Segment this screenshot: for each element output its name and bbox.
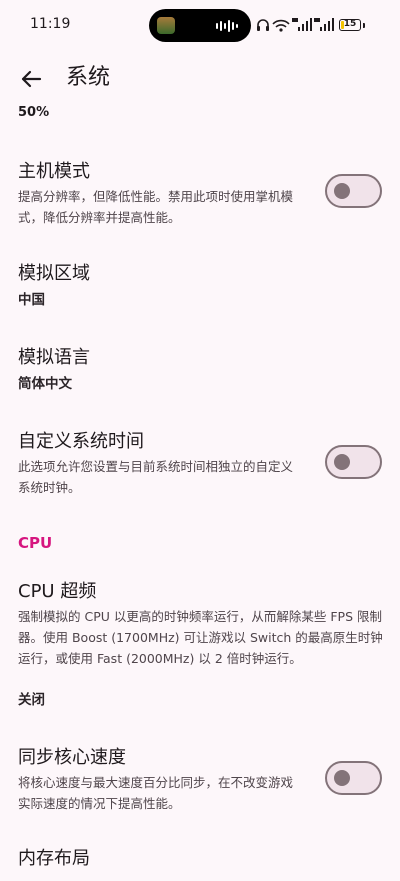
setting-memory-layout[interactable]: 内存布局 (0, 841, 400, 881)
app-bar: 系统 (0, 52, 400, 104)
setting-sync-core-speed[interactable]: 同步核心速度 将核心速度与最大速度百分比同步，在不改变游戏实际速度的情况下提高性… (0, 740, 400, 820)
headphones-icon (257, 19, 269, 31)
setting-value: 中国 (18, 292, 45, 308)
setting-host-mode[interactable]: 主机模式 提高分辨率，但降低性能。禁用此项时使用掌机模式，降低分辨率并提高性能。 (0, 154, 400, 234)
setting-description: 此选项允许您设置与目前系统时间相独立的自定义系统时钟。 (18, 459, 294, 495)
section-header-cpu: CPU (18, 534, 53, 552)
switch-knob (334, 770, 350, 786)
setting-title: 模拟语言 (18, 347, 90, 368)
setting-title: 同步核心速度 (18, 747, 126, 768)
wifi-6-icon (272, 19, 290, 32)
setting-region[interactable]: 模拟区域 中国 (0, 256, 400, 316)
signal-5g-icon (292, 18, 312, 31)
setting-value: 简体中文 (18, 376, 72, 392)
setting-description: 提高分辨率，但降低性能。禁用此项时使用掌机模式，降低分辨率并提高性能。 (18, 189, 294, 225)
sync-core-switch[interactable] (325, 761, 382, 795)
setting-title: 主机模式 (18, 161, 90, 182)
setting-language[interactable]: 模拟语言 简体中文 (0, 340, 400, 400)
page-title: 系统 (66, 65, 111, 90)
setting-title: 模拟区域 (18, 263, 90, 284)
setting-description: 将核心速度与最大速度百分比同步，在不改变游戏实际速度的情况下提高性能。 (18, 775, 294, 811)
setting-cpu-overclock[interactable]: CPU 超频 强制模拟的 CPU 以更高的时钟频率运行，从而解除某些 FPS 限… (0, 574, 400, 714)
custom-time-switch[interactable] (325, 445, 382, 479)
settings-list[interactable]: 50% 主机模式 提高分辨率，但降低性能。禁用此项时使用掌机模式，降低分辨率并提… (0, 104, 400, 881)
signal-5g-icon (314, 18, 334, 31)
setting-title: 自定义系统时间 (18, 431, 144, 452)
status-bar: 11:19 15 (0, 0, 400, 50)
setting-title: 内存布局 (18, 848, 90, 869)
previous-setting-value: 50% (18, 105, 50, 116)
status-icons: 15 (256, 15, 365, 35)
setting-custom-time[interactable]: 自定义系统时间 此选项允许您设置与目前系统时间相独立的自定义系统时钟。 (0, 424, 400, 504)
setting-description: 强制模拟的 CPU 以更高的时钟频率运行，从而解除某些 FPS 限制器。使用 B… (18, 609, 383, 666)
media-thumbnail (157, 17, 175, 34)
audio-wave-icon (216, 20, 238, 32)
setting-value: 关闭 (18, 692, 45, 708)
battery-icon: 15 (339, 19, 361, 31)
switch-knob (334, 454, 350, 470)
switch-knob (334, 183, 350, 199)
arrow-left-icon (21, 70, 42, 88)
setting-title: CPU 超频 (18, 581, 97, 602)
media-pill[interactable] (149, 9, 251, 42)
host-mode-switch[interactable] (325, 174, 382, 208)
back-button[interactable] (16, 64, 46, 94)
battery-cap (363, 22, 365, 28)
status-time: 11:19 (30, 16, 71, 32)
battery-level: 15 (343, 19, 357, 29)
